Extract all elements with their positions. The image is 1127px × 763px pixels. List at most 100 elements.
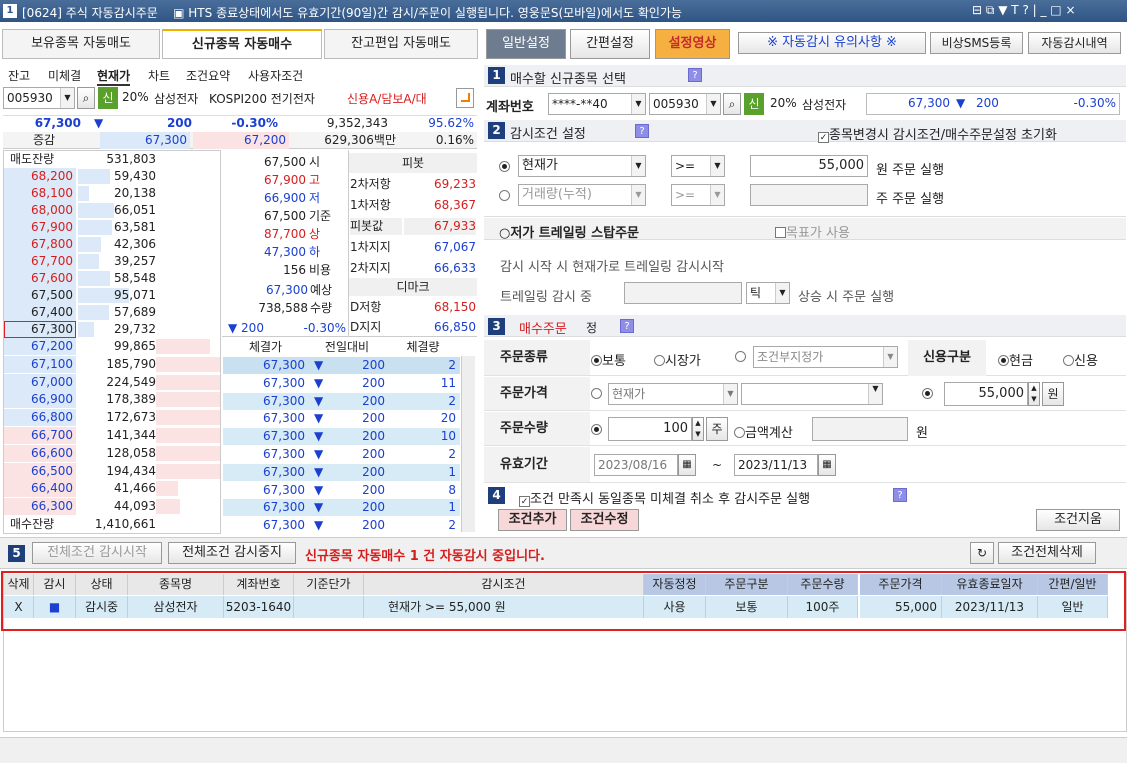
calendar-icon[interactable]: ▦	[678, 454, 696, 476]
auto-watch-history-button[interactable]: 자동감시내역	[1028, 32, 1121, 54]
help-icon[interactable]: ?	[620, 319, 634, 333]
target-price-checkbox[interactable]: 목표가 사용	[775, 222, 850, 241]
qty-unit[interactable]: 주	[706, 417, 728, 441]
emergency-sms-button[interactable]: 비상SMS등록	[930, 32, 1023, 54]
qty-stepper[interactable]: ▲ ▼	[692, 417, 704, 441]
price-current-radio[interactable]	[591, 387, 602, 401]
bid-price[interactable]: 67,200	[4, 338, 76, 355]
tick-select[interactable]: 틱 ▼	[746, 282, 790, 304]
ask-price[interactable]: 67,700	[4, 253, 76, 270]
order-stock-code-select[interactable]: 005930 ▼	[649, 93, 721, 115]
cond1-radio[interactable]	[499, 160, 510, 174]
calendar-icon[interactable]: ▦	[818, 454, 836, 476]
ask-price[interactable]: 67,600	[4, 270, 76, 287]
subtab-balance[interactable]: 잔고	[8, 67, 30, 84]
date-from-input[interactable]: 2023/08/16	[594, 454, 678, 476]
subtab-chart[interactable]: 차트	[148, 67, 170, 84]
ask-price[interactable]: 67,800	[4, 236, 76, 253]
trailing-description: 감시 시작 시 현재가로 트레일링 감시시작	[500, 260, 724, 275]
bid-price[interactable]: 66,800	[4, 409, 76, 427]
search-icon[interactable]: ⌕	[723, 93, 741, 115]
clear-condition-button[interactable]: 조건지움	[1036, 509, 1120, 531]
trades-scrollbar[interactable]	[461, 356, 475, 532]
delete-all-conditions-button[interactable]: 조건전체삭제	[998, 542, 1096, 564]
qty-fixed-radio[interactable]	[591, 423, 602, 437]
title-bar: 1 [0624] 주식 자동감시주문 ▣ HTS 종료상태에서도 유효기간(90…	[0, 0, 1127, 22]
chevron-down-icon: ▼	[868, 384, 882, 404]
refresh-icon[interactable]: ↻	[970, 542, 994, 564]
amount-calc-option[interactable]: 금액계산	[734, 422, 793, 441]
subtab-current-price[interactable]: 현재가	[97, 67, 131, 86]
stop-watch-all-button[interactable]: 전체조건 감시중지	[168, 542, 296, 564]
search-icon[interactable]: ⌕	[77, 87, 95, 109]
price-stepper[interactable]: ▲ ▼	[1028, 382, 1040, 406]
order-type-conditional-radio[interactable]	[735, 350, 746, 364]
trailing-label: 트레일링 감시 중	[500, 290, 592, 305]
ask-price[interactable]: 67,900	[4, 219, 76, 236]
pivot-value: 68,367	[404, 197, 476, 214]
cond2-field-select[interactable]: 거래량(누적) ▼	[518, 184, 646, 206]
price-fixed-radio[interactable]	[922, 387, 933, 401]
start-watch-all-button[interactable]: 전체조건 감시시작	[32, 542, 162, 564]
amount-input[interactable]	[812, 417, 908, 441]
order-type-normal[interactable]: 보통	[591, 350, 626, 369]
trailing-ticks-input[interactable]	[624, 282, 742, 304]
order-type-market[interactable]: 시장가	[654, 350, 701, 369]
help-icon[interactable]: ?	[635, 124, 649, 138]
add-condition-button[interactable]: 조건추가	[498, 509, 567, 531]
settings-video-button[interactable]: 설정영상	[655, 29, 730, 59]
simple-settings-button[interactable]: 간편설정	[570, 29, 650, 59]
credit-type-cash[interactable]: 현금	[998, 350, 1033, 369]
cond1-field-select[interactable]: 현재가 ▼	[518, 155, 646, 177]
window-controls[interactable]: ⊟ ⧉ ▼ T ? | _ □ ×	[972, 3, 1076, 18]
subtab-unfilled[interactable]: 미체결	[48, 67, 81, 84]
bid-price[interactable]: 66,300	[4, 498, 76, 516]
general-settings-button[interactable]: 일반설정	[486, 29, 566, 59]
cond2-value-input[interactable]	[750, 184, 868, 206]
bid-price[interactable]: 66,700	[4, 427, 76, 444]
settings-icon[interactable]	[456, 88, 474, 108]
order-price-input[interactable]: 55,000	[944, 382, 1028, 406]
bid-price[interactable]: 66,500	[4, 462, 76, 480]
caution-button[interactable]: ※ 자동감시 유의사항 ※	[738, 32, 926, 54]
tab-balance-autosell[interactable]: 잔고편입 자동매도	[324, 29, 478, 59]
pivot-label: 1차지지	[350, 239, 402, 256]
conditional-price-select[interactable]: 조건부지정가 ▼	[753, 346, 898, 368]
bid-price[interactable]: 66,400	[4, 480, 76, 498]
bid-price[interactable]: 67,100	[4, 355, 76, 373]
date-to-input[interactable]: 2023/11/13	[734, 454, 818, 476]
price-basis-select[interactable]: 현재가 ▼	[608, 383, 738, 405]
tab-holding-autosell[interactable]: 보유종목 자동매도	[2, 29, 160, 59]
help-icon[interactable]: ?	[688, 68, 702, 82]
cond2-operator-select[interactable]: >= ▼	[671, 184, 725, 206]
amount-calc-label: 금액계산	[745, 426, 793, 441]
order-qty-input[interactable]: 100	[608, 417, 692, 441]
price-unit[interactable]: 원	[1042, 382, 1064, 406]
bid-price[interactable]: 66,900	[4, 391, 76, 409]
bid-qty: 178,389	[106, 392, 156, 407]
help-icon[interactable]: ?	[893, 488, 907, 502]
trades-header-price: 체결가	[248, 340, 283, 354]
edit-condition-button[interactable]: 조건수정	[570, 509, 639, 531]
buy-residual-label: 매수잔량	[10, 517, 55, 531]
ask-price[interactable]: 68,100	[4, 185, 76, 202]
stock-code-select[interactable]: 005930 ▼	[3, 87, 75, 109]
cond2-radio[interactable]	[499, 189, 510, 203]
credit-type-credit[interactable]: 신용	[1063, 350, 1098, 369]
trailing-stop-option[interactable]: ○저가 트레일링 스탑주문	[499, 222, 639, 241]
ask-price[interactable]: 68,000	[4, 202, 76, 219]
cond1-operator-select[interactable]: >= ▼	[671, 155, 725, 177]
account-select[interactable]: ****-**40 ▼	[548, 93, 646, 115]
tab-new-autobuy[interactable]: 신규종목 자동매수	[162, 29, 322, 59]
subtab-condition-summary[interactable]: 조건요약	[186, 67, 230, 84]
price-offset-select[interactable]: ▼	[741, 383, 883, 405]
cond1-value-input[interactable]: 55,000	[750, 155, 868, 177]
cancel-unfilled-checkbox[interactable]: ✓ 조건 만족시 동일종목 미체결 취소 후 감시주문 실행	[519, 488, 810, 507]
ask-price[interactable]: 68,200	[4, 168, 76, 185]
bid-price[interactable]: 66,600	[4, 444, 76, 462]
reset-checkbox[interactable]: ✓ 종목변경시 감시조건/매수주문설정 초기화	[818, 124, 1057, 143]
ask-price[interactable]: 67,400	[4, 304, 76, 321]
ask-price[interactable]: 67,500	[4, 287, 76, 304]
subtab-user-condition[interactable]: 사용자조건	[248, 67, 303, 84]
bid-price[interactable]: 67,000	[4, 373, 76, 391]
